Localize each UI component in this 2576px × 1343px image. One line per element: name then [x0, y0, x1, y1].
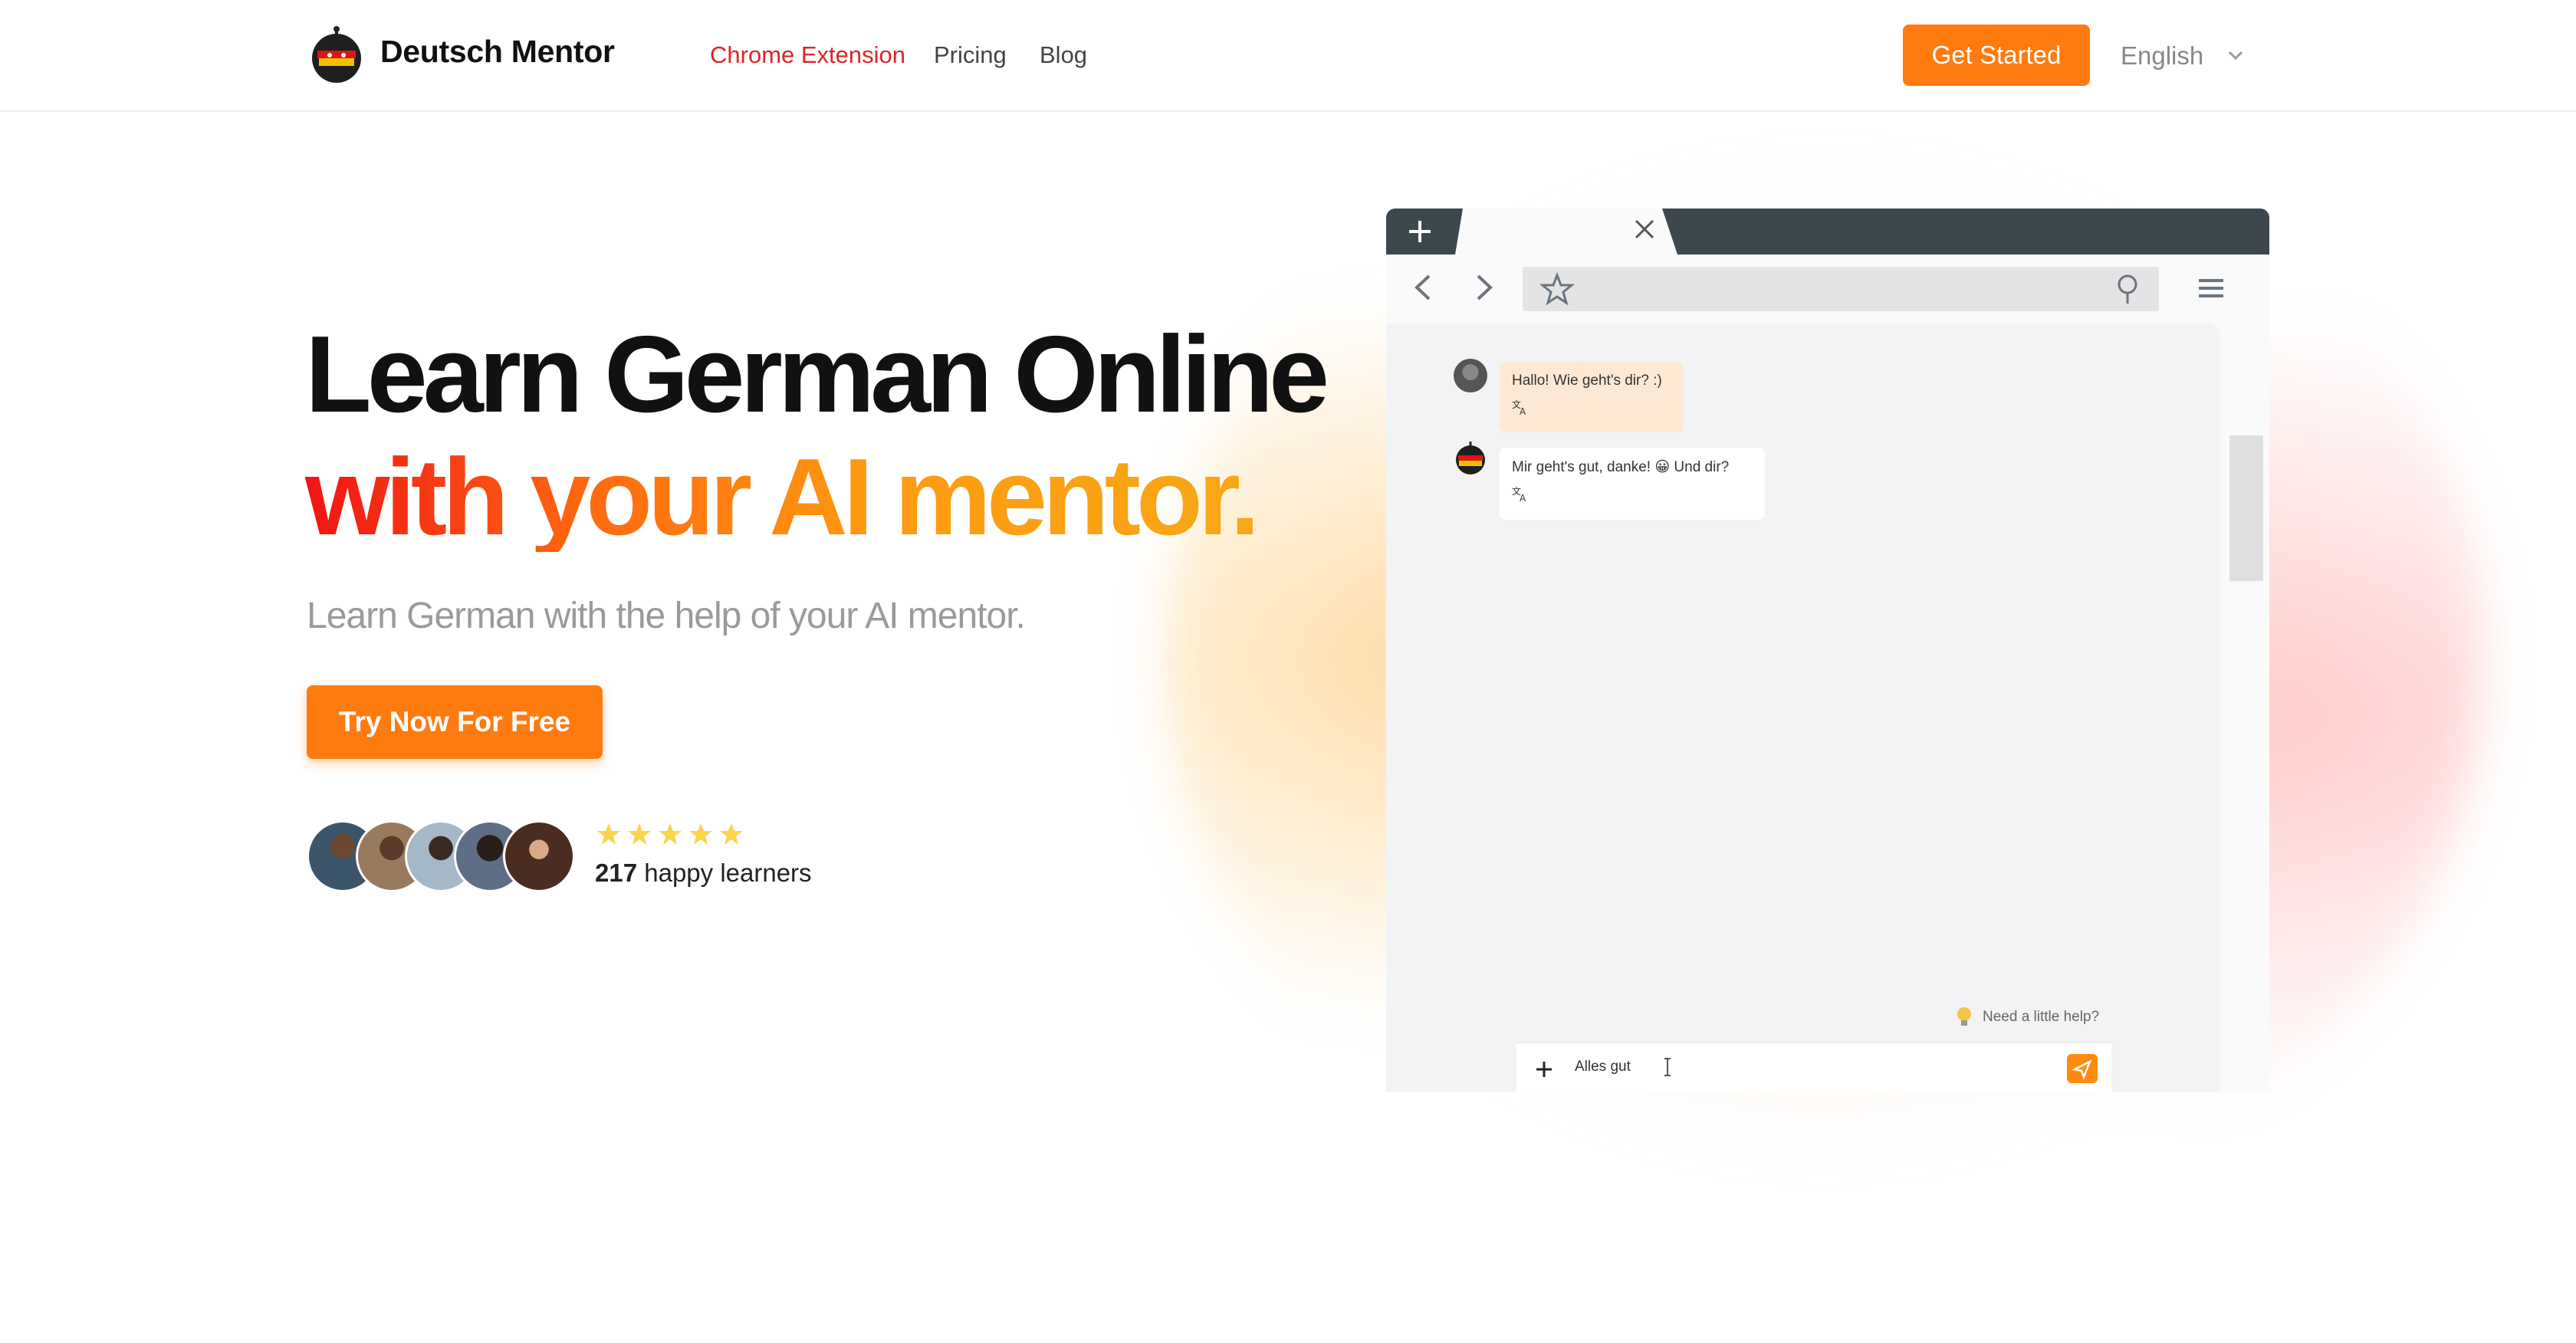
rating-stars	[596, 822, 744, 849]
search-icon	[2118, 274, 2137, 304]
try-now-button[interactable]: Try Now For Free	[307, 685, 603, 759]
star-outline-icon	[1539, 271, 1575, 306]
address-bar	[1523, 267, 2159, 311]
user-avatar	[1454, 359, 1487, 392]
nav-pricing[interactable]: Pricing	[934, 41, 1007, 69]
svg-text:A: A	[1520, 406, 1526, 415]
get-started-button[interactable]: Get Started	[1903, 25, 2090, 86]
hero-subtitle: Learn German with the help of your AI me…	[307, 596, 1026, 636]
chat-panel	[1386, 323, 2220, 1092]
browser-tab	[1455, 209, 1677, 254]
mentor-avatar-icon	[1456, 442, 1485, 474]
logo-icon[interactable]	[308, 26, 365, 83]
avatar	[503, 820, 575, 892]
star-icon	[720, 823, 743, 845]
menu-icon	[2199, 279, 2223, 297]
brand-name[interactable]: Deutsch Mentor	[380, 34, 615, 70]
browser-toolbar	[1386, 254, 2269, 323]
chat-message-text: Hallo! Wie geht's dir? :)	[1512, 373, 1662, 389]
text-cursor-icon	[1664, 1058, 1671, 1076]
browser-mockup: Hallo! Wie geht's dir? :) 文 A Mir geht's…	[1386, 209, 2269, 1092]
help-link: Need a little help?	[1983, 1009, 2100, 1025]
chat-input: Alles gut	[1575, 1059, 1631, 1075]
star-icon	[597, 823, 620, 845]
translate-icon: 文 A	[1512, 485, 1526, 502]
scrollbar	[2229, 435, 2263, 581]
star-icon	[689, 823, 712, 845]
add-icon	[1536, 1062, 1552, 1077]
site-header: Deutsch Mentor Chrome Extension Pricing …	[0, 0, 2576, 112]
lightbulb-icon	[1957, 1007, 1971, 1026]
chat-bubble-user: Hallo! Wie geht's dir? :) 文 A	[1500, 362, 1684, 432]
chat-message-text: Mir geht's gut, danke! 😀 Und dir?	[1512, 459, 1730, 475]
forward-arrow-icon	[1477, 274, 1493, 300]
star-icon	[659, 823, 682, 845]
nav-chrome-extension[interactable]: Chrome Extension	[710, 41, 905, 69]
hero-title-line1: Learn German Online	[305, 314, 1329, 435]
learner-avatars	[307, 820, 583, 895]
star-icon	[628, 823, 651, 845]
language-select[interactable]: English	[2121, 41, 2203, 71]
new-tab-icon	[1409, 221, 1431, 242]
nav-blog[interactable]: Blog	[1040, 41, 1087, 69]
learners-label: happy learners	[644, 859, 812, 887]
chat-input-bar: Alles gut	[1516, 1043, 2111, 1092]
chevron-down-icon[interactable]	[2225, 46, 2246, 64]
send-icon	[2067, 1054, 2098, 1083]
learners-count: 217 happy learners	[595, 859, 812, 888]
svg-text:A: A	[1520, 493, 1526, 502]
chat-bubble-mentor: Mir geht's gut, danke! 😀 Und dir? 文 A	[1500, 448, 1765, 520]
browser-titlebar	[1386, 209, 2269, 254]
hero-title-line2: with your AI mentor.	[305, 436, 1260, 558]
learners-number: 217	[595, 859, 638, 887]
translate-icon: 文 A	[1512, 399, 1526, 415]
back-arrow-icon	[1414, 274, 1431, 300]
